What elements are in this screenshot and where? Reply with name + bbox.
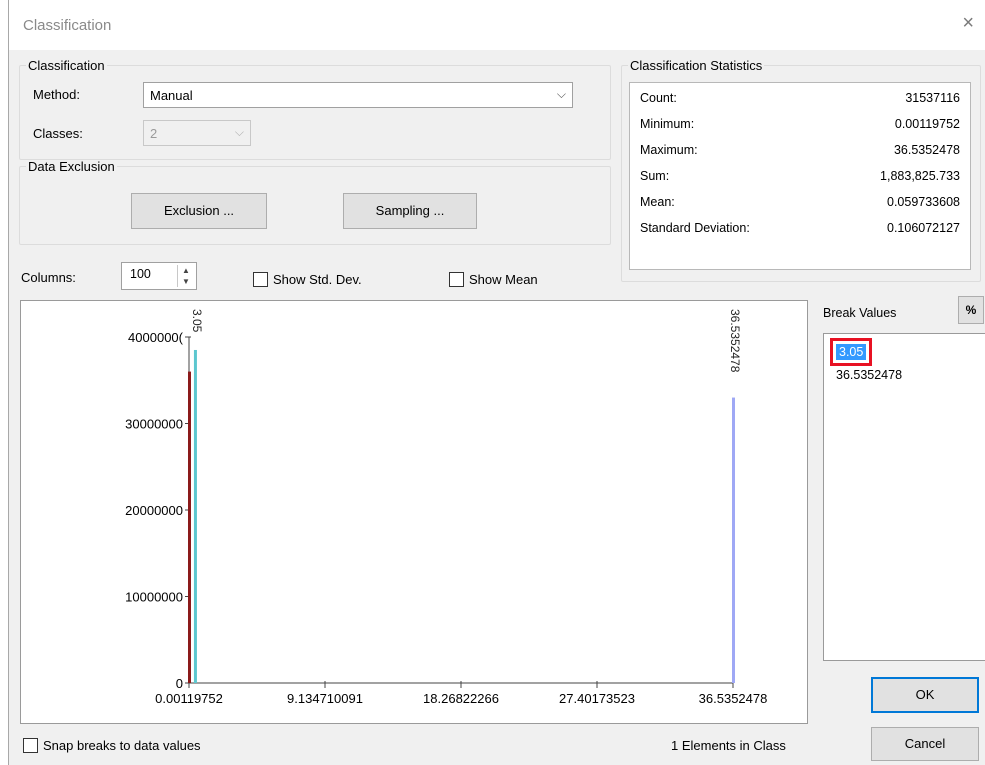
stat-row-maximum: Maximum: 36.5352478 bbox=[640, 143, 960, 163]
statistics-group-label: Classification Statistics bbox=[630, 58, 763, 73]
histogram-svg: 0 10000000 20000000 30000000 4000000( 0.00119… bbox=[125, 309, 768, 706]
cancel-button[interactable]: Cancel bbox=[871, 727, 979, 761]
ok-button[interactable]: OK bbox=[871, 677, 979, 713]
columns-spinner[interactable]: 100 ▲ ▼ bbox=[121, 262, 197, 290]
show-mean-label: Show Mean bbox=[469, 272, 538, 287]
stat-label: Maximum: bbox=[640, 143, 698, 157]
stat-label: Minimum: bbox=[640, 117, 695, 131]
classification-group-label: Classification bbox=[28, 58, 105, 73]
window-title: Classification bbox=[23, 17, 112, 34]
statistics-box: Count: 31537116 Minimum: 0.00119752 Maxi… bbox=[629, 82, 971, 270]
stat-value: 0.106072127 bbox=[887, 221, 960, 235]
break-value-item-selected[interactable]: 3.05 bbox=[829, 338, 873, 366]
x-tick-label: 0.00119752 bbox=[155, 691, 223, 706]
y-tick-label: 20000000 bbox=[125, 503, 183, 518]
stat-value: 0.059733608 bbox=[887, 195, 960, 209]
y-tick-label: 0 bbox=[176, 676, 183, 691]
stat-label: Standard Deviation: bbox=[640, 221, 750, 235]
show-mean-checkbox[interactable] bbox=[449, 272, 464, 287]
x-tick-label: 36.5352478 bbox=[699, 691, 768, 706]
show-std-dev-label: Show Std. Dev. bbox=[273, 272, 362, 287]
chevron-down-icon: ⌵ bbox=[556, 87, 566, 101]
y-tick-label: 10000000 bbox=[125, 590, 183, 605]
classes-label: Classes: bbox=[33, 126, 83, 141]
snap-breaks-label: Snap breaks to data values bbox=[43, 738, 201, 753]
break-values-header: Break Values bbox=[823, 306, 897, 320]
stat-row-sum: Sum: 1,883,825.733 bbox=[640, 169, 960, 189]
stat-label: Sum: bbox=[640, 169, 670, 183]
spin-arrows-icon[interactable]: ▲ ▼ bbox=[177, 265, 194, 287]
classification-group: Classification bbox=[19, 58, 611, 160]
histogram-bar bbox=[732, 397, 735, 683]
classes-dropdown[interactable]: 2 ⌵ bbox=[143, 120, 251, 146]
stat-row-std-dev: Standard Deviation: 0.106072127 bbox=[640, 221, 960, 241]
stat-value: 36.5352478 bbox=[893, 143, 960, 157]
stat-value: 1,883,825.733 bbox=[880, 169, 960, 183]
break-line-label: 36.5352478 bbox=[728, 309, 742, 373]
chevron-down-icon: ⌵ bbox=[234, 125, 244, 139]
elements-in-class-text: 1 Elements in Class bbox=[671, 738, 786, 753]
show-std-dev-checkbox[interactable] bbox=[253, 272, 268, 287]
stat-row-minimum: Minimum: 0.00119752 bbox=[640, 117, 960, 137]
x-tick-label: 27.40173523 bbox=[559, 691, 635, 706]
columns-label: Columns: bbox=[21, 270, 76, 285]
y-tick-label: 4000000( bbox=[128, 330, 184, 345]
histogram-bar bbox=[188, 371, 191, 683]
method-dropdown[interactable]: Manual ⌵ bbox=[143, 82, 573, 108]
title-bar: Classification × bbox=[9, 0, 985, 50]
close-icon[interactable]: × bbox=[962, 12, 974, 35]
stat-value: 0.00119752 bbox=[894, 117, 960, 131]
stat-row-mean: Mean: 0.059733608 bbox=[640, 195, 960, 215]
method-label: Method: bbox=[33, 87, 80, 102]
stat-label: Count: bbox=[640, 91, 677, 105]
classification-dialog: Classification × Classification Method: … bbox=[8, 0, 985, 765]
sampling-button[interactable]: Sampling ... bbox=[343, 193, 477, 229]
break-values-list[interactable]: 3.05 36.5352478 bbox=[823, 333, 985, 661]
stat-row-count: Count: 31537116 bbox=[640, 91, 960, 111]
stat-label: Mean: bbox=[640, 195, 675, 209]
break-value-item[interactable]: 36.5352478 bbox=[836, 368, 902, 382]
stat-value: 31537116 bbox=[905, 91, 960, 105]
y-tick-label: 30000000 bbox=[125, 417, 183, 432]
histogram-bar bbox=[193, 349, 197, 683]
histogram-chart[interactable]: 0 10000000 20000000 30000000 4000000( 0.00119… bbox=[20, 300, 808, 724]
data-exclusion-group-label: Data Exclusion bbox=[28, 159, 115, 174]
x-tick-label: 9.134710091 bbox=[287, 691, 363, 706]
x-tick-label: 18.26822266 bbox=[423, 691, 499, 706]
columns-value: 100 bbox=[130, 267, 151, 281]
snap-breaks-checkbox[interactable] bbox=[23, 738, 38, 753]
data-exclusion-group: Data Exclusion bbox=[19, 159, 611, 245]
break-line-label: 3.05 bbox=[190, 309, 204, 333]
percent-button[interactable]: % bbox=[958, 296, 984, 324]
exclusion-button[interactable]: Exclusion ... bbox=[131, 193, 267, 229]
method-value: Manual bbox=[150, 88, 193, 103]
classes-value: 2 bbox=[150, 126, 158, 141]
